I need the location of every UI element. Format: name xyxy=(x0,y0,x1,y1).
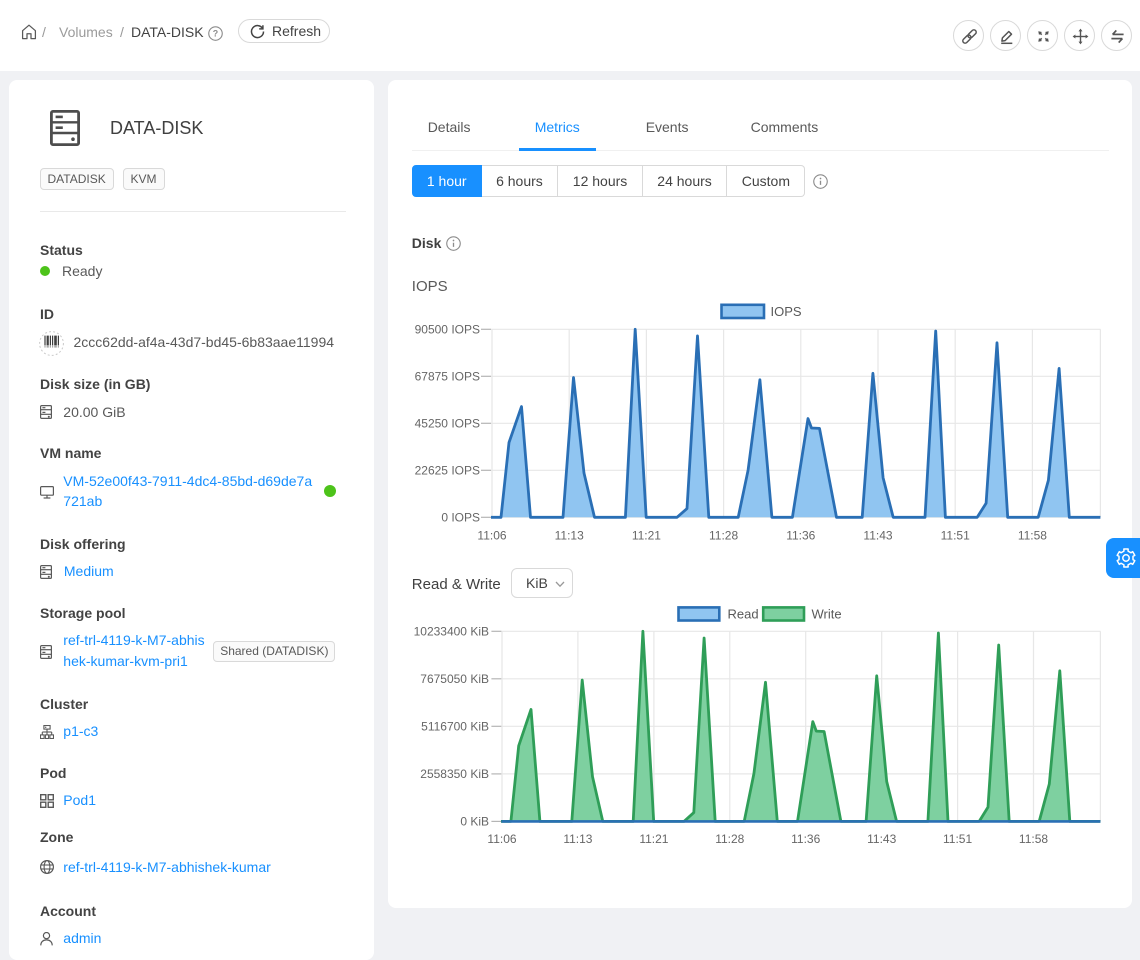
svg-text:11:06: 11:06 xyxy=(487,832,516,846)
svg-text:0 KiB: 0 KiB xyxy=(460,814,489,828)
svg-text:Write: Write xyxy=(812,606,842,621)
svg-text:22625 IOPS: 22625 IOPS xyxy=(415,463,480,477)
svg-text:10233400 KiB: 10233400 KiB xyxy=(414,624,489,638)
svg-text:67875 IOPS: 67875 IOPS xyxy=(415,369,480,383)
svg-text:11:13: 11:13 xyxy=(555,529,584,543)
svg-text:5116700 KiB: 5116700 KiB xyxy=(421,719,489,733)
svg-text:11:21: 11:21 xyxy=(639,832,668,846)
svg-text:11:58: 11:58 xyxy=(1018,529,1047,543)
svg-text:11:36: 11:36 xyxy=(786,529,815,543)
svg-text:11:36: 11:36 xyxy=(791,832,820,846)
svg-text:45250 IOPS: 45250 IOPS xyxy=(415,416,480,430)
svg-text:0 IOPS: 0 IOPS xyxy=(441,510,480,524)
svg-text:11:58: 11:58 xyxy=(1019,832,1048,846)
svg-text:2558350 KiB: 2558350 KiB xyxy=(420,767,489,781)
svg-text:11:28: 11:28 xyxy=(715,832,744,846)
svg-text:90500 IOPS: 90500 IOPS xyxy=(415,322,480,336)
svg-text:Read: Read xyxy=(728,606,759,621)
svg-text:7675050 KiB: 7675050 KiB xyxy=(420,672,489,686)
svg-text:11:43: 11:43 xyxy=(863,529,892,543)
svg-text:IOPS: IOPS xyxy=(771,304,802,319)
svg-text:11:06: 11:06 xyxy=(477,529,506,543)
svg-text:11:13: 11:13 xyxy=(563,832,592,846)
svg-text:11:43: 11:43 xyxy=(867,832,896,846)
svg-text:11:51: 11:51 xyxy=(941,529,970,543)
svg-text:11:51: 11:51 xyxy=(943,832,972,846)
svg-text:11:28: 11:28 xyxy=(709,529,738,543)
svg-text:11:21: 11:21 xyxy=(632,529,661,543)
